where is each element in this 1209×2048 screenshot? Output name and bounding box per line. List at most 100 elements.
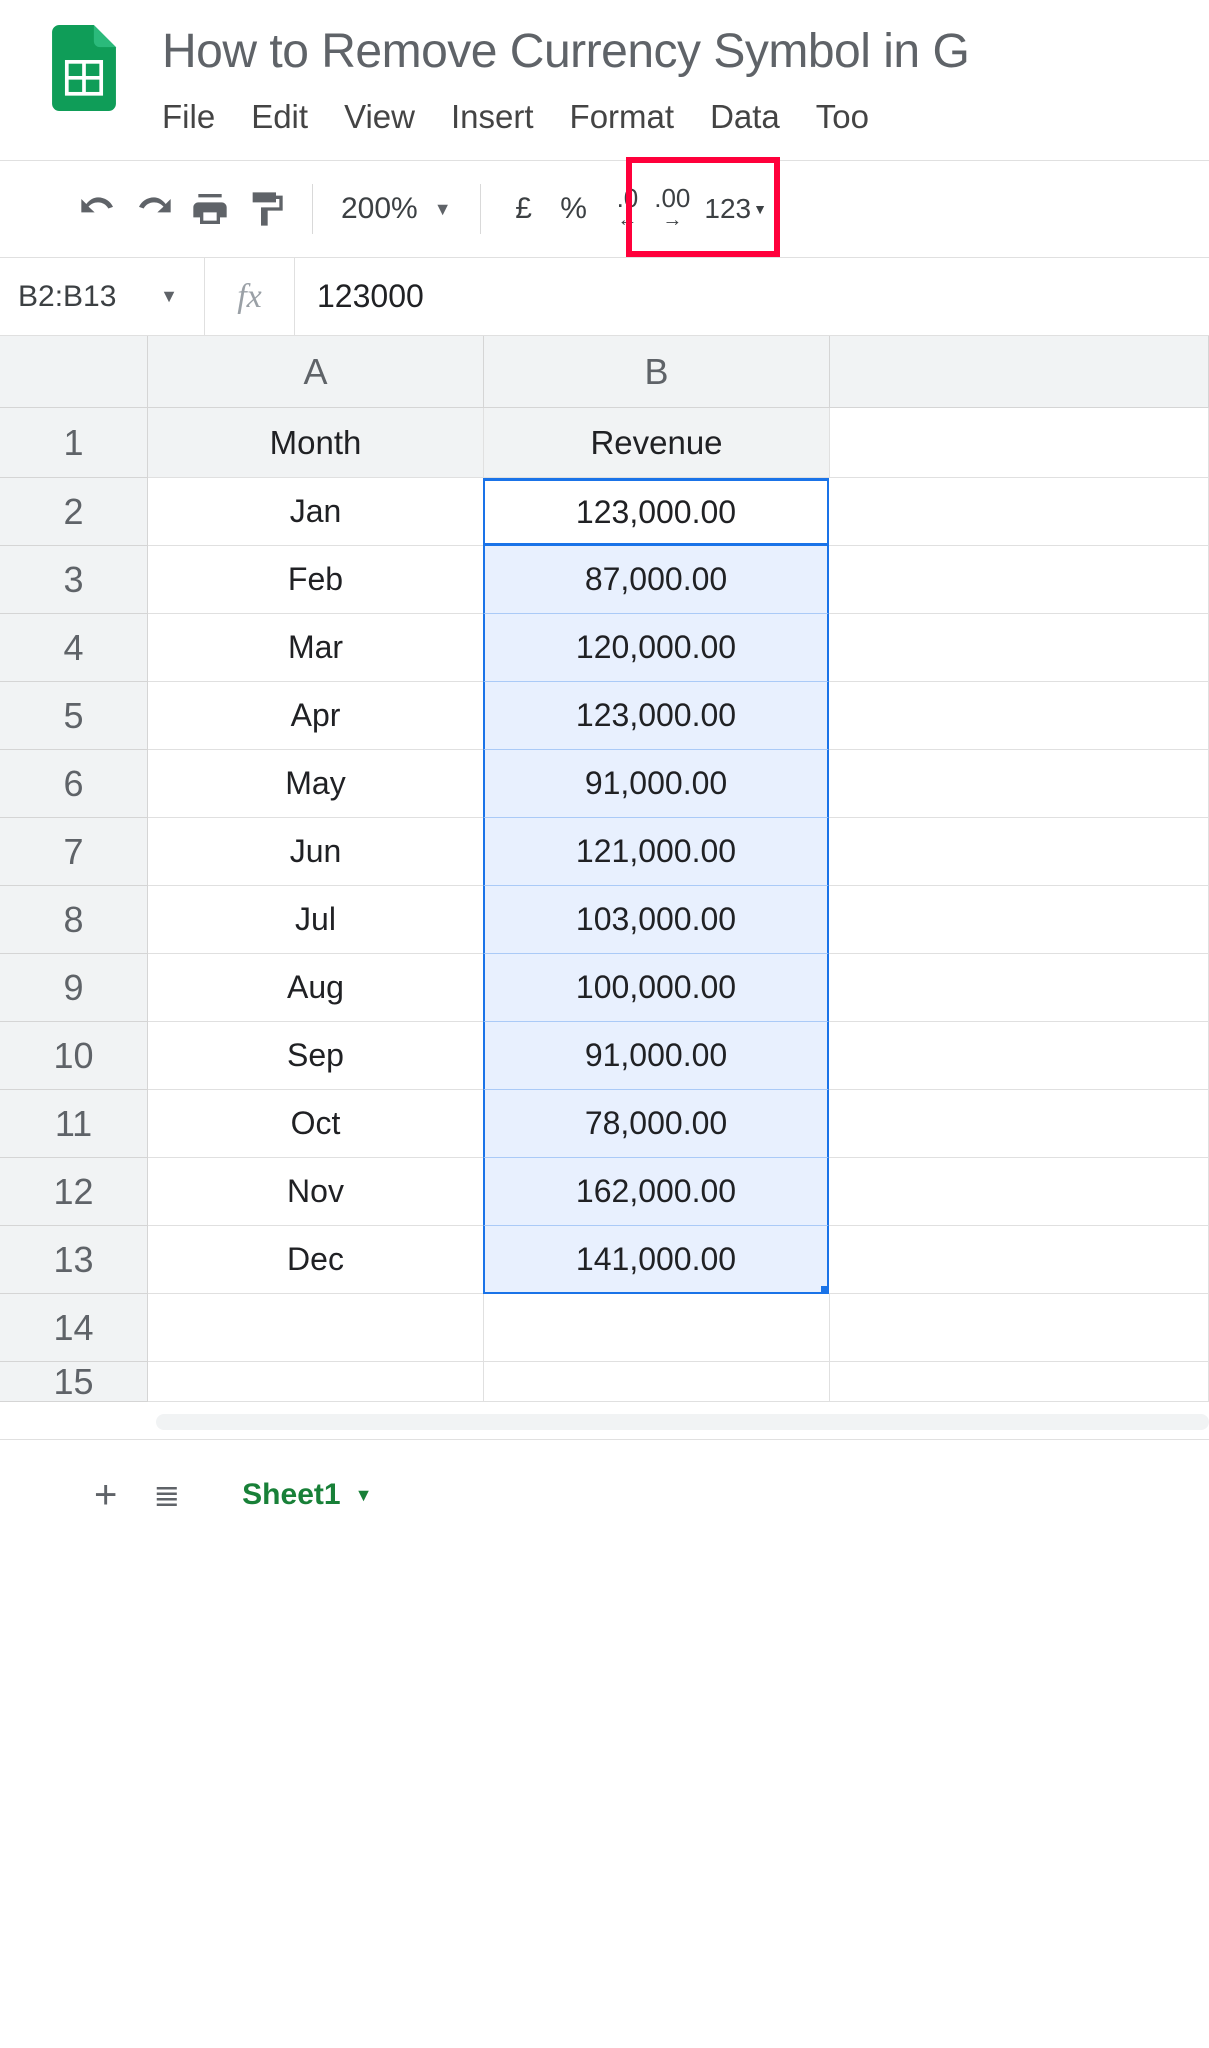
column-header-B[interactable]: B xyxy=(484,336,830,408)
cell-A12[interactable]: Nov xyxy=(148,1158,484,1226)
cell-A2[interactable]: Jan xyxy=(148,478,484,546)
cell-C6[interactable] xyxy=(829,750,1209,818)
row-header[interactable]: 4 xyxy=(0,614,148,682)
row-header[interactable]: 9 xyxy=(0,954,148,1022)
row-header[interactable]: 15 xyxy=(0,1362,148,1402)
format-currency-button[interactable]: £ xyxy=(499,192,549,226)
formula-bar: B2:B13 ▼ fx 123000 xyxy=(0,258,1209,336)
spreadsheet-grid: A B 1 Month Revenue 2 Jan 123,000.00 3 F… xyxy=(0,336,1209,1440)
row-header[interactable]: 5 xyxy=(0,682,148,750)
cell-B14[interactable] xyxy=(484,1294,830,1362)
increase-decimal-button[interactable]: .00 → xyxy=(646,188,698,230)
row-header[interactable]: 13 xyxy=(0,1226,148,1294)
cell-B6[interactable]: 91,000.00 xyxy=(483,750,829,818)
all-sheets-button[interactable]: ≣ xyxy=(153,1476,180,1514)
row-header[interactable]: 7 xyxy=(0,818,148,886)
row-header[interactable]: 2 xyxy=(0,478,148,546)
select-all-corner[interactable] xyxy=(0,336,148,408)
dropdown-caret-icon: ▼ xyxy=(753,201,767,217)
cell-B1[interactable]: Revenue xyxy=(484,408,830,478)
cell-C1[interactable] xyxy=(830,408,1209,478)
cell-A7[interactable]: Jun xyxy=(148,818,484,886)
cell-B7[interactable]: 121,000.00 xyxy=(483,818,829,886)
print-button[interactable] xyxy=(182,181,238,237)
dropdown-caret-icon: ▼ xyxy=(434,199,452,220)
cell-A3[interactable]: Feb xyxy=(148,546,484,614)
more-formats-label: 123 xyxy=(704,193,751,225)
cell-A6[interactable]: May xyxy=(148,750,484,818)
cell-B15[interactable] xyxy=(484,1362,830,1402)
menu-view[interactable]: View xyxy=(344,98,415,136)
cell-A9[interactable]: Aug xyxy=(148,954,484,1022)
formula-input[interactable]: 123000 xyxy=(295,278,1209,315)
cell-C2[interactable] xyxy=(829,478,1209,546)
cell-A14[interactable] xyxy=(148,1294,484,1362)
cell-C12[interactable] xyxy=(829,1158,1209,1226)
cell-C11[interactable] xyxy=(829,1090,1209,1158)
cell-B13-value: 141,000.00 xyxy=(576,1241,736,1278)
cell-A13[interactable]: Dec xyxy=(148,1226,484,1294)
cell-B9[interactable]: 100,000.00 xyxy=(483,954,829,1022)
cell-B2[interactable]: 123,000.00 xyxy=(483,478,829,546)
row-header[interactable]: 8 xyxy=(0,886,148,954)
row-header[interactable]: 10 xyxy=(0,1022,148,1090)
row-header[interactable]: 14 xyxy=(0,1294,148,1362)
cell-C8[interactable] xyxy=(829,886,1209,954)
cell-C4[interactable] xyxy=(829,614,1209,682)
cell-A8[interactable]: Jul xyxy=(148,886,484,954)
column-header-C[interactable] xyxy=(830,336,1209,408)
cell-B5[interactable]: 123,000.00 xyxy=(483,682,829,750)
cell-C14[interactable] xyxy=(830,1294,1209,1362)
row-header[interactable]: 11 xyxy=(0,1090,148,1158)
menu-file[interactable]: File xyxy=(162,98,215,136)
row-header[interactable]: 3 xyxy=(0,546,148,614)
paint-format-button[interactable] xyxy=(238,181,294,237)
cell-A1[interactable]: Month xyxy=(148,408,484,478)
horizontal-scrollbar[interactable] xyxy=(156,1411,1209,1433)
cell-B4[interactable]: 120,000.00 xyxy=(483,614,829,682)
cell-B8[interactable]: 103,000.00 xyxy=(483,886,829,954)
cell-A10[interactable]: Sep xyxy=(148,1022,484,1090)
cell-A11[interactable]: Oct xyxy=(148,1090,484,1158)
cell-C7[interactable] xyxy=(829,818,1209,886)
menu-tools[interactable]: Too xyxy=(816,98,869,136)
dropdown-caret-icon: ▼ xyxy=(355,1485,373,1506)
name-box-value: B2:B13 xyxy=(18,280,116,314)
menu-edit[interactable]: Edit xyxy=(251,98,308,136)
add-sheet-button[interactable]: + xyxy=(94,1473,117,1518)
menu-insert[interactable]: Insert xyxy=(451,98,534,136)
cell-A15[interactable] xyxy=(148,1362,484,1402)
cell-C15[interactable] xyxy=(830,1362,1209,1402)
cell-B12[interactable]: 162,000.00 xyxy=(483,1158,829,1226)
row-header[interactable]: 12 xyxy=(0,1158,148,1226)
row-header[interactable]: 6 xyxy=(0,750,148,818)
redo-button[interactable] xyxy=(126,181,182,237)
zoom-select[interactable]: 200% ▼ xyxy=(341,192,452,226)
more-formats-button[interactable]: 123 ▼ xyxy=(704,193,767,225)
cell-C3[interactable] xyxy=(829,546,1209,614)
column-header-A[interactable]: A xyxy=(148,336,484,408)
cell-A4[interactable]: Mar xyxy=(148,614,484,682)
cell-B11[interactable]: 78,000.00 xyxy=(483,1090,829,1158)
undo-button[interactable] xyxy=(70,181,126,237)
sheet-tab-bar: + ≣ Sheet1 ▼ xyxy=(0,1440,1209,1550)
decrease-decimal-button[interactable]: .0 ← xyxy=(609,188,647,230)
zoom-value: 200% xyxy=(341,192,418,226)
menu-format[interactable]: Format xyxy=(570,98,675,136)
name-box[interactable]: B2:B13 ▼ xyxy=(0,258,205,335)
cell-A5[interactable]: Apr xyxy=(148,682,484,750)
cell-C10[interactable] xyxy=(829,1022,1209,1090)
cell-B10[interactable]: 91,000.00 xyxy=(483,1022,829,1090)
format-percent-button[interactable]: % xyxy=(549,192,599,226)
cell-C13[interactable] xyxy=(829,1226,1209,1294)
document-title[interactable]: How to Remove Currency Symbol in G xyxy=(162,24,1209,80)
menu-data[interactable]: Data xyxy=(710,98,780,136)
row-header[interactable]: 1 xyxy=(0,408,148,478)
cell-B13[interactable]: 141,000.00 xyxy=(483,1226,829,1294)
cell-C9[interactable] xyxy=(829,954,1209,1022)
sheets-logo[interactable] xyxy=(50,24,118,112)
sheet-tab-active[interactable]: Sheet1 ▼ xyxy=(216,1464,398,1526)
cell-B3[interactable]: 87,000.00 xyxy=(483,546,829,614)
toolbar: 200% ▼ £ % .0 ← .00 → 123 ▼ xyxy=(0,161,1209,257)
cell-C5[interactable] xyxy=(829,682,1209,750)
